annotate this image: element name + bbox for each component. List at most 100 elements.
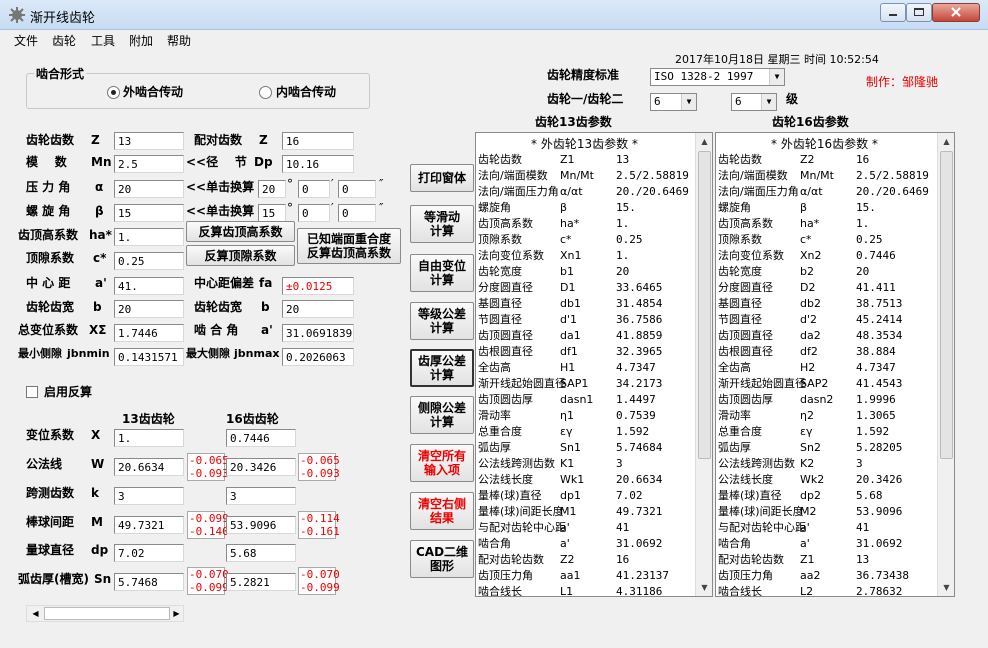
width2-input[interactable]: 20 — [282, 300, 354, 318]
list-item[interactable]: 分度圆直径 D2 41.411 — [716, 280, 936, 296]
width1-input[interactable]: 20 — [114, 300, 184, 318]
thickness-tolerance-button[interactable]: 齿厚公差 计算 — [410, 349, 474, 387]
list-item[interactable]: 齿根圆直径 df1 32.3965 — [476, 344, 696, 360]
list-item[interactable]: 齿轮齿数 Z1 13 — [476, 152, 696, 168]
list-item[interactable]: 法向变位系数 Xn2 0.7446 — [716, 248, 936, 264]
mate-teeth-input[interactable]: 16 — [282, 132, 354, 150]
list-item[interactable]: 全齿高 H1 4.7347 — [476, 360, 696, 376]
list-item[interactable]: 量棒(球)直径 dp1 7.02 — [476, 488, 696, 504]
ball-diameter1-input[interactable]: 7.02 — [114, 544, 184, 562]
list-item[interactable]: 全齿高 H2 4.7347 — [716, 360, 936, 376]
list-item[interactable]: 齿顶圆直径 da2 48.3534 — [716, 328, 936, 344]
backlash-tolerance-button[interactable]: 侧隙公差 计算 — [410, 396, 474, 434]
list-item[interactable]: 配对齿轮齿数 Z2 16 — [476, 552, 696, 568]
list-item[interactable]: 滑动率 η2 1.3065 — [716, 408, 936, 424]
external-mesh-label[interactable]: 外啮合传动 — [123, 84, 183, 100]
list-item[interactable]: 公法线跨测齿数 K1 3 — [476, 456, 696, 472]
list-item[interactable]: 齿顶圆齿厚 dasn2 1.9996 — [716, 392, 936, 408]
base-tangent1-input[interactable]: 20.6634 — [114, 458, 184, 476]
internal-mesh-label[interactable]: 内啮合传动 — [276, 84, 336, 100]
list-header-row[interactable]: * 外齿轮13齿参数 * — [476, 136, 696, 152]
list-item[interactable]: 齿顶高系数 ha* 1. — [476, 216, 696, 232]
list-item[interactable]: 顶隙系数 c* 0.25 — [476, 232, 696, 248]
print-button[interactable]: 打印窗体 — [410, 164, 474, 192]
max-backlash-input[interactable]: 0.2026063 — [282, 348, 354, 366]
list-item[interactable]: 顶隙系数 c* 0.25 — [716, 232, 936, 248]
external-mesh-radio[interactable] — [107, 86, 120, 99]
menu-addon[interactable]: 附加 — [129, 32, 153, 49]
span-teeth2-input[interactable]: 3 — [226, 487, 296, 505]
pressure-deg-input[interactable]: 20 — [258, 180, 286, 198]
menu-tools[interactable]: 工具 — [91, 32, 115, 49]
reverse-addendum-button[interactable]: 反算齿顶高系数 — [186, 221, 295, 242]
total-shift-input[interactable]: 1.7446 — [114, 324, 184, 342]
span-teeth1-input[interactable]: 3 — [114, 487, 184, 505]
pressure-convert-label[interactable]: <<单击换算 — [186, 179, 254, 195]
list-item[interactable]: 基圆直径 db1 31.4854 — [476, 296, 696, 312]
menu-help[interactable]: 帮助 — [167, 32, 191, 49]
ball-span2-input[interactable]: 53.9096 — [226, 516, 296, 534]
scroll-down-icon[interactable]: ▼ — [938, 579, 954, 596]
free-shift-button[interactable]: 自由变位 计算 — [410, 254, 474, 292]
pitch-label[interactable]: <<径 节 — [186, 154, 247, 170]
list-item[interactable]: 量棒(球)间距长度 M2 53.9096 — [716, 504, 936, 520]
list-item[interactable]: 齿顶圆齿厚 dasn1 1.4497 — [476, 392, 696, 408]
scroll-up-icon[interactable]: ▲ — [938, 133, 954, 150]
list-item[interactable]: 法向/端面压力角 α/αt 20./20.6469 — [716, 184, 936, 200]
scroll-right-icon[interactable]: ▶ — [169, 606, 184, 621]
list-item[interactable]: 节圆直径 d'2 45.2414 — [716, 312, 936, 328]
list-item[interactable]: 公法线长度 Wk1 20.6634 — [476, 472, 696, 488]
list-item[interactable]: 总重合度 εγ 1.592 — [476, 424, 696, 440]
list-item[interactable]: 总重合度 εγ 1.592 — [716, 424, 936, 440]
list-item[interactable]: 基圆直径 db2 38.7513 — [716, 296, 936, 312]
chevron-down-icon[interactable]: ▼ — [761, 94, 776, 110]
reverse-checkbox[interactable] — [26, 386, 38, 398]
list-item[interactable]: 弧齿厚 Sn1 5.74684 — [476, 440, 696, 456]
list-item[interactable]: 节圆直径 d'1 36.7586 — [476, 312, 696, 328]
clear-inputs-button[interactable]: 清空所有 输入项 — [410, 444, 474, 482]
reverse-checkbox-label[interactable]: 启用反算 — [44, 384, 92, 400]
list-header-row[interactable]: * 外齿轮16齿参数 * — [716, 136, 936, 152]
scroll-down-icon[interactable]: ▼ — [696, 579, 712, 596]
ball-diameter2-input[interactable]: 5.68 — [226, 544, 296, 562]
scroll-left-icon[interactable]: ◀ — [27, 606, 44, 621]
grade-tolerance-button[interactable]: 等级公差 计算 — [410, 302, 474, 340]
cad-drawing-button[interactable]: CAD二维 图形 — [410, 540, 474, 578]
mesh-angle-input[interactable]: 31.06918391 — [282, 324, 354, 342]
helix-sec-input[interactable]: 0 — [338, 204, 376, 222]
list-item[interactable]: 齿顶高系数 ha* 1. — [716, 216, 936, 232]
addendum-input[interactable]: 1. — [114, 228, 184, 246]
clearance-input[interactable]: 0.25 — [114, 252, 184, 270]
scrollbar-thumb[interactable] — [44, 607, 170, 620]
list-item[interactable]: 齿顶圆直径 da1 41.8859 — [476, 328, 696, 344]
internal-mesh-radio[interactable] — [259, 86, 272, 99]
list-item[interactable]: 法向/端面模数 Mn/Mt 2.5/2.58819 — [476, 168, 696, 184]
list-item[interactable]: 量棒(球)间距长度 M1 49.7321 — [476, 504, 696, 520]
min-backlash-input[interactable]: 0.1431571 — [114, 348, 184, 366]
list-item[interactable]: 渐开线起始圆直径 SAP1 34.2173 — [476, 376, 696, 392]
equal-slide-button[interactable]: 等滑动 计算 — [410, 205, 474, 243]
shift-coef2-input[interactable]: 0.7446 — [226, 429, 296, 447]
scrollbar-thumb[interactable] — [940, 151, 953, 459]
known-overlap-button[interactable]: 已知端面重合度 反算齿顶高系数 — [297, 228, 401, 264]
list-item[interactable]: 螺旋角 β 15. — [716, 200, 936, 216]
precision-standard-select[interactable]: ISO 1328-2 1997 ▼ — [650, 68, 785, 86]
menu-gear[interactable]: 齿轮 — [52, 32, 76, 49]
base-tangent2-input[interactable]: 20.3426 — [226, 458, 296, 476]
list-item[interactable]: 啮合角 a' 31.0692 — [476, 536, 696, 552]
helix-min-input[interactable]: 0 — [298, 204, 330, 222]
list-item[interactable]: 量棒(球)直径 dp2 5.68 — [716, 488, 936, 504]
list-item[interactable]: 渐开线起始圆直径 SAP2 41.4543 — [716, 376, 936, 392]
vertical-scrollbar[interactable]: ▲ ▼ — [695, 133, 712, 596]
gear2-result-list[interactable]: 啮合线长 L2 2.78632 齿顶压力角 aa2 36.73438 配对齿轮齿数 Z1 13 啮… — [715, 132, 955, 597]
list-item[interactable]: 弧齿厚 Sn2 5.28205 — [716, 440, 936, 456]
helix-angle-input[interactable]: 15 — [114, 204, 184, 222]
list-item[interactable]: 齿根圆直径 df2 38.884 — [716, 344, 936, 360]
list-item[interactable]: 分度圆直径 D1 33.6465 — [476, 280, 696, 296]
teeth-input[interactable]: 13 — [114, 132, 184, 150]
list-item[interactable]: 齿轮宽度 b2 20 — [716, 264, 936, 280]
vertical-scrollbar[interactable]: ▲ ▼ — [937, 133, 954, 596]
pressure-min-input[interactable]: 0 — [298, 180, 330, 198]
minimize-button[interactable] — [880, 3, 906, 22]
grade2-select[interactable]: 6 ▼ — [731, 93, 777, 111]
